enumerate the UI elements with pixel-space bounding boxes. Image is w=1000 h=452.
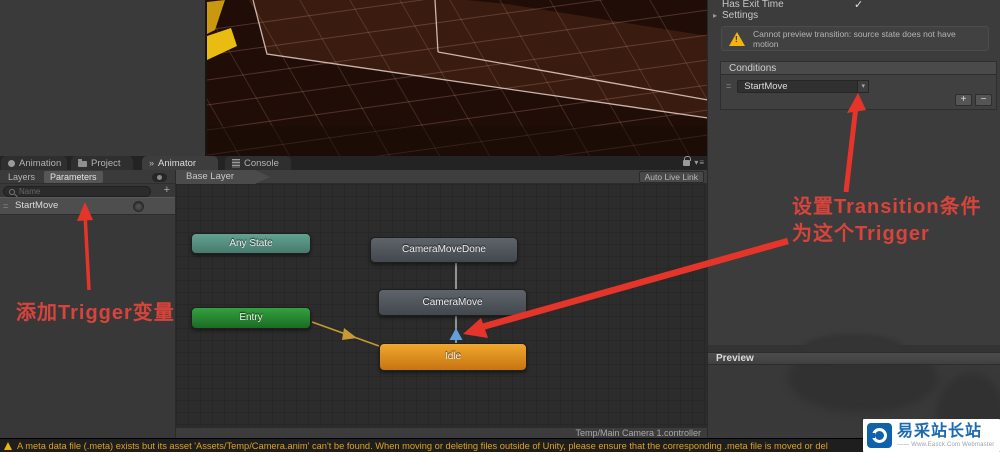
warning-icon: [4, 441, 12, 450]
console-status-bar[interactable]: A meta data file (.meta) exists but its …: [0, 438, 1000, 452]
search-placeholder: Name: [19, 187, 41, 196]
state-node-cameramove[interactable]: CameraMove: [378, 289, 527, 316]
add-condition-button[interactable]: +: [955, 94, 972, 106]
selected-transition-arrow[interactable]: [449, 328, 463, 340]
animator-icon: »: [149, 158, 155, 168]
search-icon: [9, 188, 15, 195]
parameter-name: StartMove: [15, 200, 59, 211]
annotation-add-trigger: 添加Trigger变量: [16, 302, 175, 324]
parameter-search-input[interactable]: Name: [3, 186, 151, 197]
parameter-row[interactable]: = StartMove: [0, 197, 175, 215]
logo-notch: [869, 433, 875, 438]
conditions-header: Conditions: [721, 62, 996, 75]
condition-value: StartMove: [744, 80, 788, 92]
auto-live-link-button[interactable]: Auto Live Link: [638, 171, 704, 183]
watermark-title: 易采站长站: [897, 422, 983, 440]
state-node-cameramovedone[interactable]: CameraMoveDone: [370, 237, 518, 263]
entry-transition-arrow[interactable]: [342, 328, 357, 340]
empty-panel: [0, 0, 205, 156]
annotation-line: 为这个Trigger: [792, 223, 930, 245]
drag-handle-icon[interactable]: =: [3, 201, 8, 211]
watermark: 易采站长站 —— Www.Easck.Com Webmaster: [863, 419, 1000, 452]
transition-warning: ! Cannot preview transition: source stat…: [721, 26, 989, 51]
tab-animation[interactable]: Animation: [1, 156, 67, 170]
state-node-any-state[interactable]: Any State: [191, 233, 311, 254]
warning-text: Cannot preview transition: source state …: [753, 28, 956, 49]
settings-label: Settings: [722, 10, 759, 21]
eye-icon[interactable]: [152, 173, 167, 182]
annotation-set-transition: 设置Transition条件 为这个Trigger: [792, 194, 982, 248]
scene-wireframe: [207, 0, 709, 156]
easck-logo-icon: [867, 423, 892, 448]
settings-foldout[interactable]: ▸ Settings: [713, 10, 758, 21]
subtab-layers[interactable]: Layers: [2, 171, 41, 183]
remove-condition-button[interactable]: −: [975, 94, 992, 106]
conditions-footer: + −: [955, 94, 992, 106]
state-machine-canvas[interactable]: Any State CameraMoveDone CameraMove Entr…: [176, 184, 707, 427]
annotation-line: 设置Transition条件: [792, 196, 982, 218]
tab-label: Project: [91, 157, 121, 169]
tab-console[interactable]: Console: [225, 156, 291, 170]
chevron-down-icon[interactable]: ▾: [857, 79, 870, 93]
unity-editor-window: Has Exit Time ✓ ▸ Settings ! Cannot previ…: [0, 0, 1000, 452]
drag-handle-icon[interactable]: =: [726, 81, 731, 91]
has-exit-time-label: Has Exit Time: [722, 0, 784, 10]
preview-header[interactable]: Preview: [708, 352, 1000, 365]
animator-graph: Base Layer Auto Live Link Any State Came…: [176, 170, 707, 438]
preview-silhouette: [788, 365, 938, 413]
breadcrumb-bar: Base Layer Auto Live Link: [176, 170, 707, 184]
scene-view[interactable]: [205, 0, 709, 156]
tab-label: Animation: [19, 157, 62, 169]
watermark-subtitle: —— Www.Easck.Com Webmaster: [897, 441, 995, 448]
state-node-entry[interactable]: Entry: [191, 307, 311, 329]
conditions-panel: Conditions = StartMove ▾ + −: [720, 61, 997, 110]
add-parameter-button[interactable]: +: [164, 185, 170, 196]
state-node-idle[interactable]: Idle: [379, 343, 527, 371]
chevron-right-icon: ▸: [713, 11, 718, 20]
watermark-texts: 易采站长站 —— Www.Easck.Com Webmaster: [897, 422, 995, 448]
has-exit-time-checkbox[interactable]: ✓: [854, 0, 863, 11]
layers-parameters-bar: Layers Parameters: [0, 170, 175, 184]
lock-icon[interactable]: [683, 156, 691, 166]
warning-icon: !: [729, 31, 745, 46]
tab-label: Console: [244, 157, 279, 169]
animation-icon: [8, 159, 15, 167]
subtab-parameters[interactable]: Parameters: [44, 171, 103, 183]
trigger-toggle[interactable]: [133, 201, 144, 212]
tab-animator[interactable]: » Animator: [142, 156, 218, 170]
tab-label: Animator: [158, 157, 197, 169]
window-menu-icon[interactable]: ▾≡: [694, 158, 705, 167]
controller-path: Temp/Main Camera 1.controller: [176, 427, 707, 438]
condition-parameter-dropdown[interactable]: StartMove ▾: [737, 79, 870, 93]
condition-row: = StartMove ▾: [721, 77, 996, 95]
tab-project[interactable]: Project: [71, 156, 133, 170]
console-icon: [232, 158, 240, 168]
folder-icon: [78, 159, 87, 167]
status-message: A meta data file (.meta) exists but its …: [17, 440, 828, 451]
dock-tabbar: Animation Project » Animator Console ▾≡: [0, 156, 707, 170]
breadcrumb[interactable]: Base Layer: [176, 170, 270, 184]
